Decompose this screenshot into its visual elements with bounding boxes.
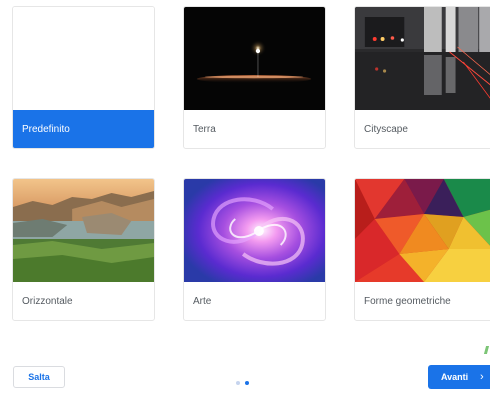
- wallpaper-thumb-forme-geometriche: [355, 179, 490, 282]
- wallpaper-label: Terra: [193, 124, 216, 135]
- wallpaper-label: Orizzontale: [22, 296, 73, 307]
- wallpaper-label: Forme geometriche: [364, 296, 451, 307]
- wallpaper-card-orizzontale[interactable]: Orizzontale: [12, 178, 155, 321]
- skip-button[interactable]: Salta: [13, 366, 65, 388]
- wallpaper-thumb-orizzontale: [13, 179, 154, 282]
- wallpaper-label: Arte: [193, 296, 212, 307]
- wallpaper-grid: Predefinito Terra Cityscape Orizzontale …: [0, 0, 490, 330]
- wallpaper-thumb-cityscape: [355, 7, 490, 110]
- next-button[interactable]: Avanti ›: [428, 365, 490, 389]
- pagination-dots: [236, 374, 254, 385]
- pagination-dot-2: [245, 380, 249, 385]
- wallpaper-thumb-predefinito: [13, 7, 154, 110]
- wallpaper-label: Predefinito: [13, 110, 154, 148]
- pagination-dot-1: [236, 380, 240, 385]
- wallpaper-label: Cityscape: [364, 124, 408, 135]
- wallpaper-picker-page: Predefinito Terra Cityscape Orizzontale …: [0, 0, 490, 394]
- next-button-label: Avanti: [441, 372, 469, 382]
- wallpaper-thumb-terra: [184, 7, 325, 110]
- wallpaper-card-predefinito[interactable]: Predefinito: [12, 6, 155, 149]
- wallpaper-card-arte[interactable]: Arte: [183, 178, 326, 321]
- wallpaper-thumb-arte: [184, 179, 325, 282]
- chevron-right-icon: ›: [480, 371, 484, 383]
- footer-bar: Salta Avanti ›: [0, 330, 490, 394]
- wallpaper-card-terra[interactable]: Terra: [183, 6, 326, 149]
- wallpaper-card-cityscape[interactable]: Cityscape: [354, 6, 490, 149]
- wallpaper-card-forme-geometriche[interactable]: Forme geometriche: [354, 178, 490, 321]
